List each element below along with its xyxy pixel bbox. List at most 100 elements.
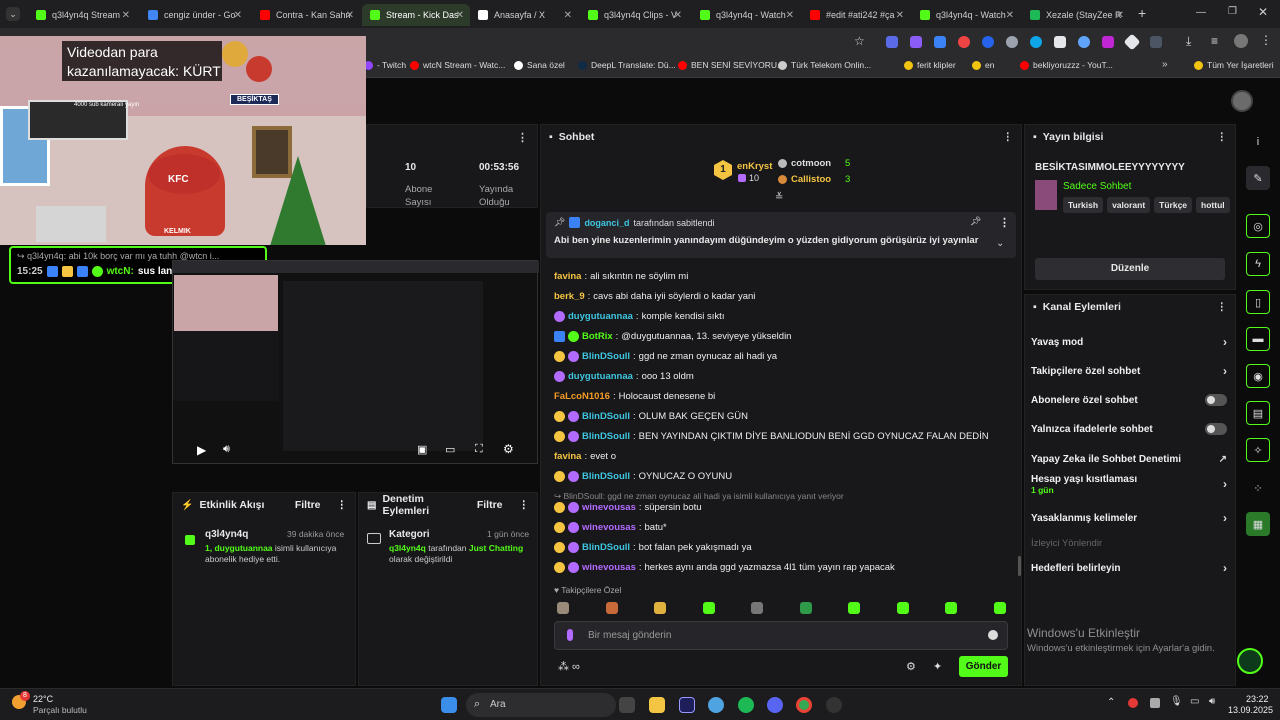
close-tab-icon[interactable]: ✕	[1116, 10, 1124, 21]
bookmark-item[interactable]: ferit klipler	[904, 60, 956, 70]
chat-menu-icon[interactable]: ⋮	[1003, 131, 1014, 143]
emote-icon[interactable]	[945, 602, 957, 614]
emote-icon[interactable]	[557, 602, 569, 614]
channel-action-row[interactable]: Yapay Zeka ile Sohbet Denetimi ↗	[1031, 451, 1227, 467]
browser-tab[interactable]: q3l4yn4q - Watch ✕	[912, 4, 1020, 26]
browser-tab[interactable]: Xezale (StayZee R ✕	[1022, 4, 1130, 26]
channel-actions-menu-icon[interactable]: ⋮	[1217, 301, 1228, 313]
chat-icon[interactable]: ▬	[1246, 327, 1270, 351]
edit-pencil-icon[interactable]: ✎	[1246, 166, 1270, 190]
stream-tag[interactable]: Türkçe	[1154, 197, 1193, 213]
volume-icon[interactable]: 🔊︎	[1209, 696, 1215, 707]
chat-username[interactable]: duygutuannaa	[568, 371, 633, 382]
stream-info-menu-icon[interactable]: ⋮	[1217, 131, 1228, 143]
premiere-icon[interactable]	[679, 697, 695, 713]
close-tab-icon[interactable]: ✕	[234, 10, 242, 21]
extension-icon[interactable]	[1078, 36, 1090, 48]
taskbar-search[interactable]: ⌕ Ara	[466, 693, 616, 717]
info-icon[interactable]: i	[1246, 130, 1270, 154]
stream-popout-video[interactable]: Videodan para kazanılamayacak: KÜRT 4000…	[0, 36, 366, 245]
bookmarks-more-button[interactable]: »	[1162, 59, 1168, 70]
channel-action-row[interactable]: Yavaş mod ›	[1031, 334, 1227, 350]
bookmark-item[interactable]: DeepL Translate: Dü...	[578, 60, 676, 70]
chat-username[interactable]: BlinDSoull	[582, 471, 630, 482]
browser-tab[interactable]: q3l4yn4q Stream ✕	[28, 4, 136, 26]
chat-username[interactable]: BlinDSoull	[582, 542, 630, 553]
layout-icon[interactable]: ▤	[1246, 401, 1270, 425]
browser-tab[interactable]: Contra - Kan Sahn ✕	[252, 4, 360, 26]
emote-icon[interactable]	[751, 602, 763, 614]
download-icon[interactable]: ⤓	[1186, 34, 1191, 49]
fullscreen-icon[interactable]: ⛶	[475, 443, 483, 456]
theater-icon[interactable]: ▭	[445, 443, 455, 456]
extension-icon[interactable]	[1030, 36, 1042, 48]
chevron-down-icon[interactable]: ⌄	[996, 238, 1004, 249]
toggle-switch[interactable]	[1205, 423, 1227, 435]
browser-menu-icon[interactable]: ⋮	[1260, 33, 1272, 47]
user-avatar[interactable]	[1231, 90, 1253, 112]
bookmark-item[interactable]: - Twitch	[364, 60, 406, 70]
browser-tab[interactable]: #edit #ati242 #ça ✕	[802, 4, 910, 26]
chat-username[interactable]: duygutuannaa	[568, 311, 633, 322]
stream-category[interactable]: Sadece Sohbet	[1063, 181, 1131, 192]
clock-time[interactable]: 23:22	[1246, 694, 1269, 704]
extension-icon[interactable]	[1006, 36, 1018, 48]
browser-tab[interactable]: cengiz ünder - Go ✕	[140, 4, 248, 26]
discord-icon[interactable]	[767, 697, 783, 713]
chat-username[interactable]: FaLcoN1016	[554, 391, 610, 402]
emote-icon[interactable]	[605, 602, 618, 614]
chat-username[interactable]: winevousas	[582, 522, 636, 533]
activity-menu-icon[interactable]: ⋮	[337, 499, 348, 511]
bookmark-star-icon[interactable]: ☆	[854, 34, 865, 48]
extension-icon[interactable]	[982, 36, 994, 48]
extensions-puzzle-icon[interactable]	[1150, 36, 1162, 48]
stats-menu-icon[interactable]: ⋮	[517, 131, 528, 144]
emote-icon[interactable]	[896, 602, 909, 614]
browser-tab[interactable]: Stream - Kick Das ✕	[362, 4, 470, 26]
send-button[interactable]: Gönder	[959, 656, 1008, 677]
chat-username[interactable]: winevousas	[582, 502, 636, 513]
chat-settings-icon[interactable]: ⚙	[906, 660, 916, 673]
chat-username[interactable]: favina	[554, 451, 581, 462]
broadcast-icon[interactable]: ◉	[1246, 364, 1270, 388]
moderation-menu-icon[interactable]: ⋮	[519, 499, 530, 511]
tab-list-button[interactable]: ⌄	[6, 7, 20, 21]
browser-tab[interactable]: Anasayfa / X ✕	[470, 4, 578, 26]
tray-app-icon[interactable]	[1128, 698, 1138, 708]
channel-action-row[interactable]: Abonelere özel sohbet	[1031, 392, 1227, 408]
emoji-icon[interactable]	[988, 630, 998, 640]
channel-action-row[interactable]: Hedefleri belirleyin ›	[1031, 560, 1227, 576]
extension-icon[interactable]	[886, 36, 898, 48]
microphone-tray-icon[interactable]: 🎙︎	[1170, 696, 1183, 707]
profile-avatar-icon[interactable]	[1234, 34, 1248, 48]
task-view-icon[interactable]	[619, 697, 635, 713]
new-tab-button[interactable]: +	[1138, 5, 1146, 21]
chat-username[interactable]: BotRix	[582, 331, 613, 342]
pinned-by-user[interactable]: doganci_d	[584, 218, 629, 228]
stream-tag[interactable]: hottul	[1196, 197, 1230, 213]
play-icon[interactable]: ▶	[197, 443, 206, 457]
close-tab-icon[interactable]: ✕	[564, 10, 572, 21]
chat-username[interactable]: berk_9	[554, 291, 585, 302]
leaderboard-second[interactable]: cotmoon	[791, 158, 831, 169]
lightning-icon[interactable]: ϟ	[1246, 252, 1270, 276]
emote-icon[interactable]	[848, 602, 860, 614]
extension-icon[interactable]	[934, 36, 946, 48]
maximize-button[interactable]: ❐	[1228, 6, 1237, 17]
bookmark-item[interactable]: wtcN Stream - Watc...	[410, 60, 505, 70]
browser-tab[interactable]: q3l4yn4q Clips - V ✕	[580, 4, 688, 26]
chat-tools-icon[interactable]: ⁂ ∞	[558, 660, 580, 673]
bookmark-item[interactable]: BEN SENİ SEVİYORU...	[678, 60, 784, 70]
spotify-icon[interactable]	[738, 697, 754, 713]
start-button-icon[interactable]	[441, 697, 457, 713]
close-tab-icon[interactable]: ✕	[896, 10, 904, 21]
leaderboard-first[interactable]: enKryst	[737, 161, 772, 172]
emote-icon[interactable]	[702, 602, 715, 614]
playlist-icon[interactable]: ≡	[1211, 34, 1218, 48]
bookmark-item[interactable]: Sana özel	[514, 60, 565, 70]
tray-app-icon[interactable]	[1150, 698, 1160, 708]
settings-gear-icon[interactable]: ⚙	[503, 442, 514, 456]
leaderboard-third[interactable]: Callistoo	[791, 174, 831, 185]
category-thumbnail[interactable]	[1035, 180, 1057, 210]
channel-action-row[interactable]: Takipçilere özel sohbet ›	[1031, 363, 1227, 379]
